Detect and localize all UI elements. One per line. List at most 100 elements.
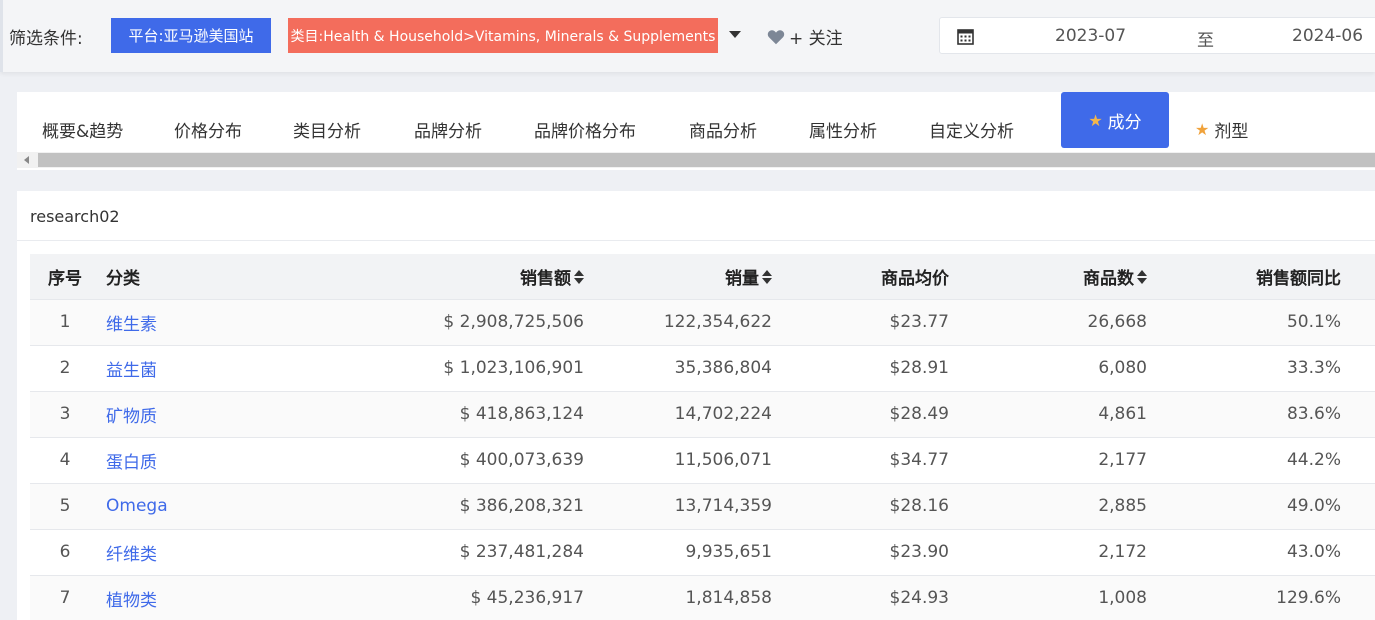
tab-label: 品牌分析 [414, 121, 482, 142]
category-link[interactable]: 益生菌 [106, 361, 157, 381]
tab-label: 剂型 [1214, 121, 1249, 142]
tab-category-analysis[interactable]: 类目分析 [293, 110, 361, 148]
ingredients-table: 序号 分类 销售额 销量 商品均价 商品数 销售额同比 1 维生素 $ 2,90… [30, 254, 1375, 620]
tabs-scrollbar[interactable] [17, 152, 1375, 168]
sales-cell: $ 400,073,639 [459, 450, 584, 470]
product-count-cell: 1,008 [1098, 588, 1147, 609]
heart-icon [767, 29, 785, 44]
category-filter-tag[interactable]: 类目:Health & Household>Vitamins, Minerals… [288, 18, 718, 53]
volume-cell: 1,814,858 [685, 588, 772, 609]
sort-icon[interactable] [762, 270, 772, 285]
tab-product-analysis[interactable]: 商品分析 [689, 110, 757, 148]
filter-bar: 筛选条件: 平台:亚马逊美国站 类目:Health & Household>Vi… [0, 0, 1375, 72]
tab-overview[interactable]: 概要&趋势 [42, 110, 123, 148]
date-end[interactable]: 2024-06 [1292, 26, 1363, 46]
follow-button[interactable]: + 关注 [767, 24, 843, 49]
table-row: 4 蛋白质 $ 400,073,639 11,506,071 $34.77 2,… [30, 437, 1375, 483]
category-link[interactable]: 植物类 [106, 591, 157, 611]
product-count-cell: 2,885 [1098, 496, 1147, 516]
table-row: 3 矿物质 $ 418,863,124 14,702,224 $28.49 4,… [30, 391, 1375, 437]
table-row: 7 植物类 $ 45,236,917 1,814,858 $24.93 1,00… [30, 575, 1375, 620]
caret-down-icon[interactable] [729, 31, 741, 38]
sort-icon[interactable] [574, 270, 584, 285]
tab-label: 价格分布 [174, 121, 242, 142]
star-icon: ★ [1195, 119, 1210, 139]
sales-yoy-cell: 49.0% [1286, 496, 1341, 516]
table-row: 5 Omega $ 386,208,321 13,714,359 $28.16 … [30, 483, 1375, 529]
tab-attribute-analysis[interactable]: 属性分析 [809, 110, 877, 148]
row-index: 4 [59, 450, 71, 470]
calendar-icon [957, 29, 974, 45]
category-link[interactable]: 纤维类 [106, 545, 157, 565]
sales-yoy-cell: 129.6% [1276, 588, 1341, 609]
col-header-sales[interactable]: 销售额 [260, 254, 590, 299]
tab-price-distribution[interactable]: 价格分布 [174, 110, 242, 148]
category-link[interactable]: 维生素 [106, 315, 157, 335]
sales-cell: $ 45,236,917 [470, 588, 584, 609]
star-icon: ★ [1088, 110, 1103, 130]
follow-label: + 关注 [789, 29, 843, 49]
volume-cell: 14,702,224 [674, 404, 772, 424]
col-header-index: 序号 [48, 268, 82, 289]
date-start[interactable]: 2023-07 [1055, 26, 1126, 46]
col-header-product-count[interactable]: 商品数 [955, 254, 1153, 299]
category-link[interactable]: 蛋白质 [106, 453, 157, 473]
avg-price-cell: $28.16 [889, 496, 949, 516]
category-link[interactable]: Omega [106, 496, 168, 516]
col-header-category: 分类 [106, 268, 140, 289]
sales-cell: $ 386,208,321 [459, 496, 584, 516]
scroll-thumb[interactable] [38, 153, 1375, 167]
sales-yoy-cell: 33.3% [1286, 358, 1341, 378]
col-header-spacer [1347, 254, 1375, 299]
avg-price-cell: $24.93 [889, 588, 949, 609]
product-count-cell: 6,080 [1098, 358, 1147, 378]
volume-cell: 9,935,651 [685, 542, 772, 562]
product-count-cell: 26,668 [1087, 312, 1147, 332]
table-row: 2 益生菌 $ 1,023,106,901 35,386,804 $28.91 … [30, 345, 1375, 391]
date-range-picker[interactable]: 2023-07 至 2024-06 [939, 17, 1375, 54]
sales-cell: $ 237,481,284 [459, 542, 584, 562]
date-separator: 至 [1197, 31, 1214, 51]
table-row: 1 维生素 $ 2,908,725,506 122,354,622 $23.77… [30, 299, 1375, 345]
tab-brand-price-distribution[interactable]: 品牌价格分布 [534, 110, 636, 148]
card-title: research02 [30, 207, 120, 226]
sort-icon[interactable] [1137, 270, 1147, 285]
volume-cell: 11,506,071 [674, 450, 772, 470]
divider [17, 240, 1375, 241]
tab-ingredients[interactable]: ★ 成分 [1061, 92, 1169, 148]
tab-custom-analysis[interactable]: 自定义分析 [929, 110, 1014, 148]
col-header-avg-price: 商品均价 [881, 268, 949, 289]
ingredients-card: research02 序号 分类 销售额 销量 商品均价 商品数 销售额同比 1… [17, 191, 1375, 620]
table-row: 6 纤维类 $ 237,481,284 9,935,651 $23.90 2,1… [30, 529, 1375, 575]
platform-filter-tag[interactable]: 平台:亚马逊美国站 [111, 18, 271, 53]
volume-cell: 122,354,622 [663, 312, 772, 332]
tab-label: 类目分析 [293, 121, 361, 142]
row-index: 7 [59, 588, 71, 609]
filter-label: 筛选条件: [9, 29, 83, 49]
tab-label: 属性分析 [809, 121, 877, 142]
category-link[interactable]: 矿物质 [106, 407, 157, 427]
tab-label: 成分 [1107, 112, 1142, 133]
col-header-sales-yoy: 销售额同比 [1256, 268, 1341, 289]
sales-yoy-cell: 44.2% [1286, 450, 1341, 470]
tab-brand-analysis[interactable]: 品牌分析 [414, 110, 482, 148]
row-index: 1 [59, 312, 71, 332]
analysis-tabs: 概要&趋势 价格分布 类目分析 品牌分析 品牌价格分布 商品分析 属性分析 自定… [17, 92, 1375, 170]
tab-dosage-form[interactable]: ★ 剂型 [1195, 110, 1248, 148]
sales-cell: $ 418,863,124 [459, 404, 584, 424]
row-index: 3 [59, 404, 71, 424]
sales-cell: $ 2,908,725,506 [443, 312, 584, 332]
col-header-volume[interactable]: 销量 [590, 254, 778, 299]
product-count-cell: 2,172 [1098, 542, 1147, 562]
sales-yoy-cell: 43.0% [1286, 542, 1341, 562]
scroll-left-icon[interactable] [24, 156, 29, 164]
avg-price-cell: $23.77 [889, 312, 949, 332]
avg-price-cell: $28.49 [889, 404, 949, 424]
product-count-cell: 4,861 [1098, 404, 1147, 424]
tab-label: 概要&趋势 [42, 121, 124, 142]
sales-yoy-cell: 50.1% [1286, 312, 1341, 332]
row-index: 6 [59, 542, 71, 562]
avg-price-cell: $34.77 [889, 450, 949, 470]
sales-cell: $ 1,023,106,901 [443, 358, 584, 378]
tab-label: 品牌价格分布 [534, 121, 636, 142]
